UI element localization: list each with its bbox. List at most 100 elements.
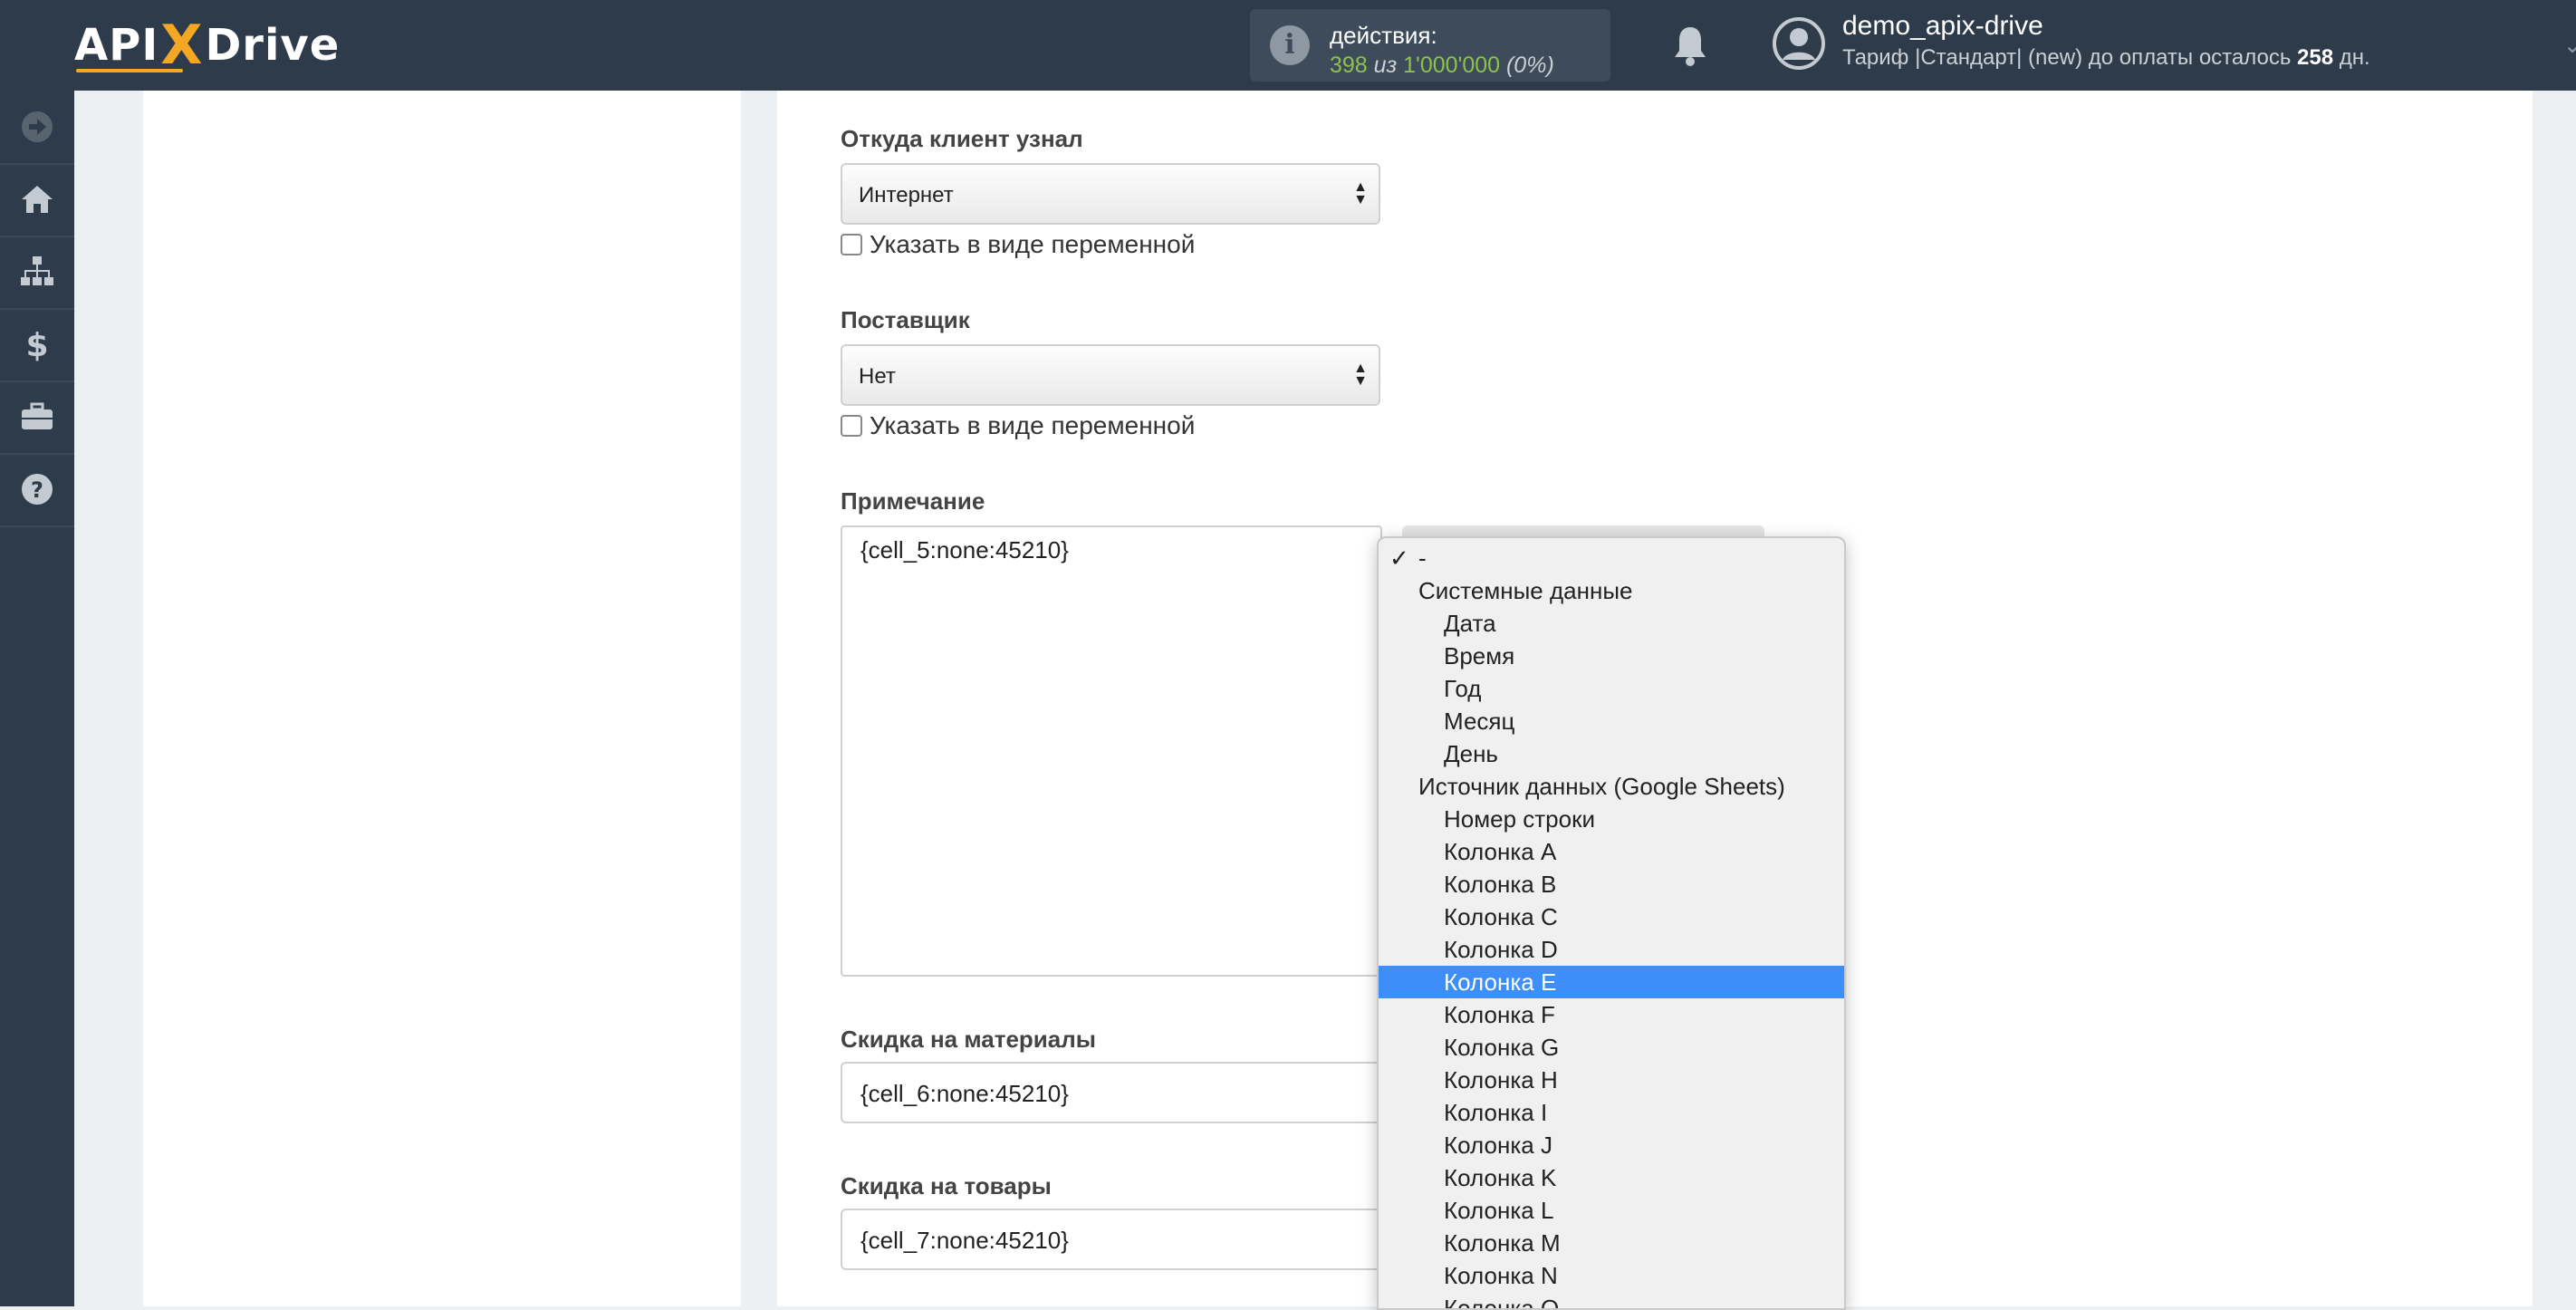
note-textarea[interactable]: {cell_5:none:45210} xyxy=(841,525,1382,977)
dropdown-option[interactable]: Колонка G xyxy=(1379,1031,1844,1064)
select-arrows-icon: ▲ ▼ xyxy=(1353,361,1368,389)
dropdown-option-label: Месяц xyxy=(1444,708,1515,735)
dropdown-option[interactable]: Месяц xyxy=(1379,705,1844,737)
dropdown-option-label: Колонка D xyxy=(1444,936,1558,963)
dropdown-option-label: Колонка G xyxy=(1444,1034,1560,1061)
dropdown-option[interactable]: Дата xyxy=(1379,607,1844,640)
tariff-info: Тариф |Стандарт| (new) до оплаты осталос… xyxy=(1842,45,2370,71)
dropdown-option-label: Колонка J xyxy=(1444,1132,1552,1159)
dropdown-option[interactable]: Колонка A xyxy=(1379,835,1844,868)
dropdown-option-label: Колонка O xyxy=(1444,1295,1560,1310)
dropdown-option[interactable]: Системные данные xyxy=(1379,574,1844,607)
briefcase-icon xyxy=(22,402,53,429)
dropdown-option-label: Время xyxy=(1444,642,1515,669)
dropdown-option-label: Колонка L xyxy=(1444,1197,1554,1224)
dropdown-option[interactable]: ✓ - xyxy=(1379,542,1844,574)
dropdown-option-label: Колонка I xyxy=(1444,1099,1548,1126)
info-icon: i xyxy=(1270,25,1310,65)
note-label: Примечание xyxy=(841,487,985,515)
materials-discount-value: {cell_6:none:45210} xyxy=(860,1080,1069,1107)
dropdown-option-label: Колонка H xyxy=(1444,1066,1558,1093)
dropdown-option-label: Системные данные xyxy=(1418,577,1633,604)
dropdown-option[interactable]: Колонка N xyxy=(1379,1259,1844,1292)
dropdown-option-label: Колонка K xyxy=(1444,1164,1557,1191)
actions-count: 398 из 1'000'000 (0%) xyxy=(1330,53,1554,79)
dropdown-option-label: День xyxy=(1444,740,1498,767)
dropdown-option[interactable]: Колонка H xyxy=(1379,1064,1844,1096)
dropdown-option[interactable]: Источник данных (Google Sheets) xyxy=(1379,770,1844,803)
dropdown-option-label: Колонка M xyxy=(1444,1229,1561,1257)
dropdown-option[interactable]: Колонка D xyxy=(1379,933,1844,966)
help-icon: ? xyxy=(22,474,53,505)
variable-dropdown: ✓ - Системные данные Дата Время Год Месяц День И… xyxy=(1377,536,1846,1310)
home-icon xyxy=(22,186,53,213)
sidebar-item-connections[interactable] xyxy=(0,236,74,310)
dropdown-option-label: Колонка B xyxy=(1444,871,1557,898)
apix-drive-logo[interactable]: API X Drive xyxy=(74,14,340,77)
select-arrows-icon: ▲ ▼ xyxy=(1353,179,1368,207)
actions-used: 398 xyxy=(1330,53,1368,78)
svg-text:?: ? xyxy=(31,477,43,503)
checkbox-box[interactable] xyxy=(841,415,862,437)
chevron-down-icon[interactable]: ⌄ xyxy=(2563,33,2576,59)
sitemap-icon xyxy=(21,256,53,285)
actions-of: из xyxy=(1373,53,1398,78)
dropdown-option[interactable]: Колонка I xyxy=(1379,1096,1844,1129)
dropdown-option[interactable]: Колонка F xyxy=(1379,998,1844,1031)
dropdown-option[interactable]: Время xyxy=(1379,640,1844,672)
sidebar: $ ? xyxy=(0,91,74,1306)
actions-label: действия: xyxy=(1330,22,1437,49)
actions-total: 1'000'000 xyxy=(1403,53,1501,78)
bell-icon[interactable] xyxy=(1672,24,1708,67)
dropdown-option[interactable]: Колонка B xyxy=(1379,868,1844,901)
sidebar-item-billing[interactable]: $ xyxy=(0,308,74,382)
dropdown-option[interactable]: Колонка J xyxy=(1379,1129,1844,1161)
dollar-icon: $ xyxy=(25,327,48,362)
dropdown-option[interactable]: Колонка O xyxy=(1379,1292,1844,1310)
dropdown-option[interactable]: Номер строки xyxy=(1379,803,1844,835)
tariff-suffix: дн. xyxy=(2339,45,2370,70)
source-select[interactable]: Интернет ▲ ▼ xyxy=(841,163,1380,225)
username[interactable]: demo_apix-drive xyxy=(1842,11,2043,42)
materials-discount-input[interactable]: {cell_6:none:45210} xyxy=(841,1062,1384,1123)
sidebar-item-home[interactable] xyxy=(0,163,74,237)
source-label: Откуда клиент узнал xyxy=(841,125,1083,152)
source-select-value: Интернет xyxy=(859,183,954,207)
dropdown-option-label: Колонка F xyxy=(1444,1001,1555,1028)
sidebar-item-services[interactable] xyxy=(0,380,74,455)
tariff-days: 258 xyxy=(2297,45,2334,70)
dropdown-option[interactable]: Колонка K xyxy=(1379,1161,1844,1194)
goods-discount-input[interactable]: {cell_7:none:45210} xyxy=(841,1209,1384,1270)
dropdown-option-label: Дата xyxy=(1444,610,1496,637)
dropdown-option[interactable]: Колонка M xyxy=(1379,1227,1844,1259)
logo-text-x: X xyxy=(160,14,204,77)
left-panel xyxy=(143,91,741,1306)
user-avatar-icon[interactable] xyxy=(1772,16,1826,71)
arrow-right-circle-icon xyxy=(22,111,53,142)
checkmark-icon: ✓ xyxy=(1389,544,1409,572)
dropdown-option[interactable]: Колонка L xyxy=(1379,1194,1844,1227)
supplier-select[interactable]: Нет ▲ ▼ xyxy=(841,344,1380,406)
dropdown-option-label: Год xyxy=(1444,675,1482,702)
dropdown-option-label: Колонка N xyxy=(1444,1262,1558,1289)
sidebar-item-help[interactable]: ? xyxy=(0,453,74,527)
dropdown-option[interactable]: Колонка E xyxy=(1379,966,1844,998)
dropdown-option[interactable]: Колонка C xyxy=(1379,901,1844,933)
top-bar: API X Drive i действия: 398 из 1'000'000 (… xyxy=(0,0,2576,91)
dropdown-option[interactable]: Год xyxy=(1379,672,1844,705)
dropdown-option-label: Источник данных (Google Sheets) xyxy=(1418,773,1785,800)
dropdown-option-label: Номер строки xyxy=(1444,805,1595,833)
source-var-checkbox[interactable]: Указать в виде переменной xyxy=(841,230,1195,259)
checkbox-box[interactable] xyxy=(841,234,862,255)
sidebar-item-toggle[interactable] xyxy=(0,91,74,165)
checkbox-label: Указать в виде переменной xyxy=(870,411,1196,439)
dropdown-option-label: - xyxy=(1418,544,1427,572)
materials-discount-label: Скидка на материалы xyxy=(841,1026,1096,1053)
dropdown-option-label: Колонка C xyxy=(1444,903,1558,930)
actions-counter: i действия: 398 из 1'000'000 (0%) xyxy=(1250,9,1610,82)
dropdown-option[interactable]: День xyxy=(1379,737,1844,770)
supplier-var-checkbox[interactable]: Указать в виде переменной xyxy=(841,411,1195,440)
note-value: {cell_5:none:45210} xyxy=(860,536,1069,563)
actions-percent: (0%) xyxy=(1505,53,1554,78)
supplier-label: Поставщик xyxy=(841,306,970,333)
